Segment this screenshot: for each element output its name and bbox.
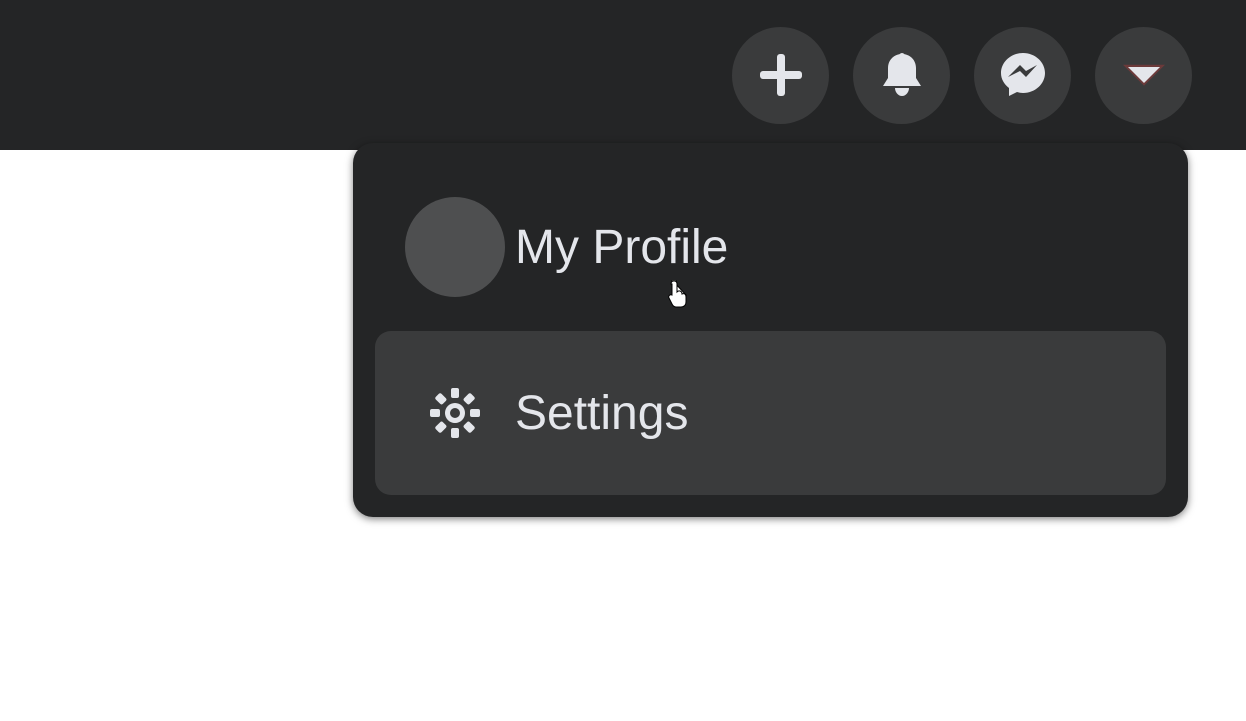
messenger-icon — [997, 49, 1049, 101]
profile-menu-item[interactable]: My Profile — [375, 165, 1166, 329]
avatar — [405, 197, 505, 297]
bell-icon — [877, 50, 927, 100]
messenger-button[interactable] — [974, 27, 1071, 124]
chevron-down-icon — [1122, 60, 1166, 90]
account-dropdown-menu: My Profile — [353, 143, 1188, 517]
notifications-button[interactable] — [853, 27, 950, 124]
create-button[interactable] — [732, 27, 829, 124]
top-navigation-bar — [0, 0, 1246, 150]
settings-menu-item[interactable]: Settings — [375, 331, 1166, 495]
account-menu-button[interactable] — [1095, 27, 1192, 124]
plus-icon — [756, 50, 806, 100]
settings-label: Settings — [515, 386, 688, 441]
profile-label: My Profile — [515, 220, 728, 275]
settings-icon-wrap — [405, 363, 505, 463]
gear-icon — [427, 385, 483, 441]
